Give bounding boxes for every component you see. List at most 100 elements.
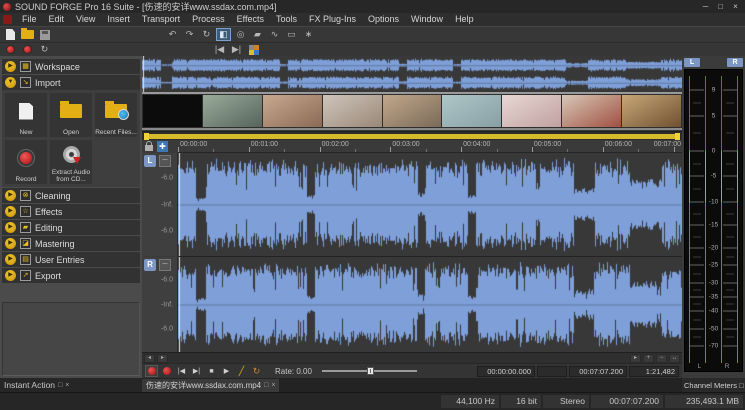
- menu-insert[interactable]: Insert: [101, 13, 136, 26]
- close-icon[interactable]: ×: [271, 382, 275, 389]
- play-button[interactable]: ▶: [220, 365, 233, 377]
- loop-playback-button[interactable]: ↻: [250, 365, 263, 377]
- right-channel-waveform[interactable]: [178, 257, 682, 352]
- pin-icon[interactable]: □: [739, 381, 744, 390]
- minimize-channel-icon[interactable]: ─: [159, 259, 171, 271]
- restore-icon[interactable]: □: [264, 382, 268, 389]
- scroll-right-icon[interactable]: ▸: [157, 354, 168, 363]
- chevron-right-icon[interactable]: ▶: [5, 206, 16, 217]
- envelope-tool-icon[interactable]: ∿: [267, 28, 282, 41]
- scroll-right-icon[interactable]: ▸: [630, 354, 641, 363]
- import-button-record[interactable]: Record: [5, 140, 47, 184]
- loop-playback-icon[interactable]: ↻: [37, 43, 52, 56]
- sidebar-section-mastering[interactable]: ▶◪Mastering: [2, 236, 140, 251]
- sidebar-section-cleaning[interactable]: ▶⊗Cleaning: [2, 188, 140, 203]
- redo-icon[interactable]: ↷: [182, 28, 197, 41]
- time-ruler[interactable]: 00:00:0000:01:0000:02:0000:03:0000:04:00…: [178, 140, 682, 153]
- undo-icon[interactable]: ↶: [165, 28, 180, 41]
- video-thumbnail[interactable]: [383, 95, 442, 127]
- go-to-start-icon[interactable]: |◀: [212, 43, 227, 56]
- video-thumbnail[interactable]: [203, 95, 262, 127]
- maximize-icon[interactable]: □: [713, 0, 728, 13]
- record-remote-icon[interactable]: [20, 43, 35, 56]
- magnify-tool-icon[interactable]: ◎: [233, 28, 248, 41]
- menu-help[interactable]: Help: [449, 13, 480, 26]
- loop-region-bar[interactable]: [142, 131, 682, 140]
- left-channel-button[interactable]: L: [144, 155, 156, 167]
- channel-meters-tab[interactable]: Channel Meters □: [682, 378, 745, 392]
- right-channel-button[interactable]: R: [144, 259, 156, 271]
- document-tab[interactable]: 伤速的安详www.ssdax.com.mp4 □ ×: [142, 379, 279, 392]
- open-file-icon[interactable]: [20, 28, 35, 41]
- meter-left-button[interactable]: L: [684, 58, 700, 67]
- chevron-right-icon[interactable]: ▶: [5, 254, 16, 265]
- sidebar-section-effects[interactable]: ▶☆Effects: [2, 204, 140, 219]
- rate-slider[interactable]: [322, 366, 417, 376]
- menu-tools[interactable]: Tools: [270, 13, 303, 26]
- scroll-left-icon[interactable]: ◂: [144, 354, 155, 363]
- loop-region[interactable]: [144, 134, 680, 139]
- import-button-extract-audio-from-cd[interactable]: Extract Audio from CD...: [50, 140, 92, 184]
- video-thumbnail[interactable]: [622, 95, 681, 127]
- sidebar-section-import[interactable]: ▼↘Import: [2, 75, 140, 90]
- import-button-recent-files[interactable]: Recent Files...: [95, 93, 137, 137]
- snap-tool-icon[interactable]: ∗: [301, 28, 316, 41]
- record-button[interactable]: [145, 365, 158, 377]
- edit-tool-button[interactable]: ╱: [235, 365, 248, 377]
- event-tool-icon[interactable]: ◧: [216, 28, 231, 41]
- overview-waveform[interactable]: [142, 56, 682, 92]
- record-remote-button[interactable]: [160, 365, 173, 377]
- chevron-right-icon[interactable]: ▶: [5, 222, 16, 233]
- new-file-icon[interactable]: [3, 28, 18, 41]
- menu-file[interactable]: File: [16, 13, 43, 26]
- video-thumbnail[interactable]: [263, 95, 322, 127]
- close-icon[interactable]: ×: [65, 382, 69, 389]
- import-button-new[interactable]: New: [5, 93, 47, 137]
- instant-action-tab[interactable]: Instant Action: [4, 380, 55, 390]
- menu-effects[interactable]: Effects: [231, 13, 270, 26]
- zoom-fit-icon[interactable]: ↔: [669, 354, 680, 363]
- video-thumbnail[interactable]: [323, 95, 382, 127]
- repeat-icon[interactable]: ↻: [199, 28, 214, 41]
- menu-transport[interactable]: Transport: [136, 13, 186, 26]
- sidebar-section-workspace[interactable]: ▶▦Workspace: [2, 59, 140, 74]
- menu-view[interactable]: View: [70, 13, 101, 26]
- minimize-channel-icon[interactable]: ─: [159, 155, 171, 167]
- auto-region-icon[interactable]: [246, 43, 261, 56]
- loop-start-handle[interactable]: [144, 133, 149, 140]
- rate-slider-handle[interactable]: [367, 367, 374, 375]
- record-icon[interactable]: [3, 43, 18, 56]
- horizontal-scrollbar[interactable]: ◂▸ ▸+−↔: [142, 352, 682, 363]
- chevron-right-icon[interactable]: ▶: [5, 270, 16, 281]
- go-to-end-icon[interactable]: ▶|: [229, 43, 244, 56]
- left-channel-waveform[interactable]: [178, 153, 682, 256]
- sidebar-section-editing[interactable]: ▶▰Editing: [2, 220, 140, 235]
- eraser-tool-icon[interactable]: ▭: [284, 28, 299, 41]
- video-thumbnail[interactable]: [562, 95, 621, 127]
- save-file-icon[interactable]: [37, 28, 52, 41]
- go-to-start-button[interactable]: |◀: [175, 365, 188, 377]
- minimize-icon[interactable]: ─: [698, 0, 713, 13]
- zoom-out-icon[interactable]: −: [656, 354, 667, 363]
- pencil-tool-icon[interactable]: ▰: [250, 28, 265, 41]
- menu-fx-plug-ins[interactable]: FX Plug-Ins: [303, 13, 362, 26]
- chevron-right-icon[interactable]: ▶: [5, 238, 16, 249]
- menu-options[interactable]: Options: [362, 13, 405, 26]
- video-thumbnail[interactable]: [143, 95, 202, 127]
- chevron-right-icon[interactable]: ▶: [5, 61, 16, 72]
- lock-icon[interactable]: [145, 145, 153, 151]
- video-thumbnail[interactable]: [502, 95, 561, 127]
- meter-right-button[interactable]: R: [727, 58, 743, 67]
- import-button-open[interactable]: Open: [50, 93, 92, 137]
- close-icon[interactable]: ×: [728, 0, 743, 13]
- sidebar-section-export[interactable]: ▶↗Export: [2, 268, 140, 283]
- menu-process[interactable]: Process: [186, 13, 231, 26]
- stop-button[interactable]: ■: [205, 365, 218, 377]
- menu-window[interactable]: Window: [405, 13, 449, 26]
- sidebar-section-user-entries[interactable]: ▶▤User Entries: [2, 252, 140, 267]
- go-to-end-button[interactable]: ▶|: [190, 365, 203, 377]
- chevron-right-icon[interactable]: ▶: [5, 190, 16, 201]
- pan-icon[interactable]: ✚: [157, 141, 168, 152]
- menu-edit[interactable]: Edit: [43, 13, 71, 26]
- video-thumbnail[interactable]: [442, 95, 501, 127]
